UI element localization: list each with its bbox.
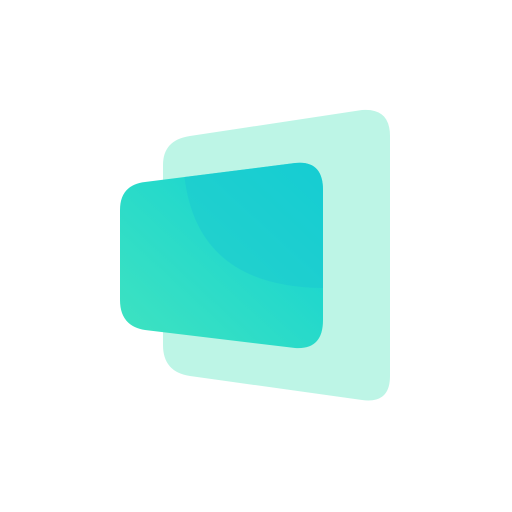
- layered-cards-icon: [120, 109, 390, 401]
- app-icon-canvas: [0, 0, 512, 512]
